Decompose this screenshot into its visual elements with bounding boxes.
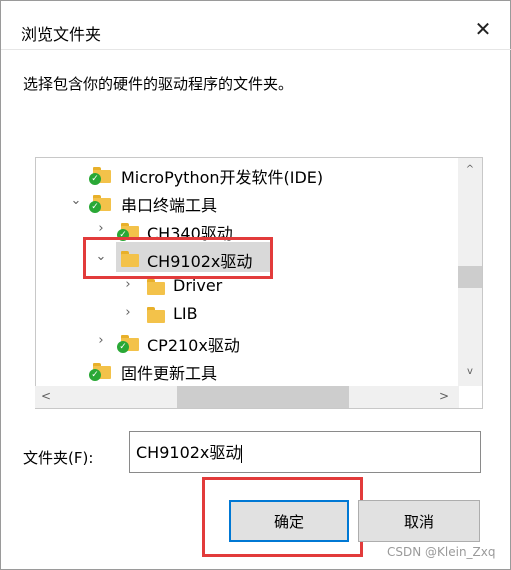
scroll-down-icon[interactable]: v	[458, 366, 482, 377]
horizontal-scroll-thumb[interactable]	[177, 386, 349, 408]
folder-field-label: 文件夹(F):	[23, 449, 94, 467]
tree-item-label: LIB	[173, 304, 198, 323]
chevron-right-icon[interactable]: ›	[93, 333, 109, 348]
watermark: CSDN @Klein_Zxq	[387, 545, 496, 559]
vertical-scrollbar[interactable]: ^ v	[458, 158, 482, 386]
folder-check-icon: ✓	[117, 335, 139, 353]
horizontal-scrollbar[interactable]: < >	[35, 386, 459, 408]
chevron-right-icon[interactable]: ›	[120, 305, 136, 320]
tree-item-label: 串口终端工具	[121, 196, 218, 215]
vertical-scroll-thumb[interactable]	[458, 266, 482, 288]
tree-item-label: 固件更新工具	[121, 364, 218, 383]
instruction-text: 选择包含你的硬件的驱动程序的文件夹。	[23, 75, 294, 93]
folder-check-icon: ✓	[89, 363, 111, 381]
chevron-down-icon[interactable]: ⌄	[68, 193, 84, 208]
title-separator	[1, 49, 511, 50]
scroll-up-icon[interactable]: ^	[458, 164, 482, 175]
scroll-right-icon[interactable]: >	[439, 389, 449, 403]
cancel-button[interactable]: 取消	[358, 500, 480, 542]
dialog-title: 浏览文件夹	[21, 25, 102, 44]
folder-check-icon: ✓	[89, 167, 111, 185]
chevron-right-icon[interactable]: ›	[120, 277, 136, 292]
scroll-left-icon[interactable]: <	[41, 389, 51, 403]
tree-item-label: CP210x驱动	[147, 336, 240, 355]
annotation-box-selected-folder	[83, 237, 273, 279]
tree-item-label: MicroPython开发软件(IDE)	[121, 168, 324, 187]
folder-check-icon: ✓	[89, 195, 111, 213]
close-icon[interactable]: ✕	[469, 15, 497, 43]
folder-field[interactable]: CH9102x驱动	[129, 431, 481, 473]
chevron-right-icon[interactable]: ›	[93, 221, 109, 236]
ok-button[interactable]: 确定	[229, 500, 349, 542]
browse-folder-dialog: 浏览文件夹 ✕ 选择包含你的硬件的驱动程序的文件夹。 ✓ MicroPython…	[0, 0, 511, 570]
folder-icon	[147, 307, 165, 323]
folder-icon	[147, 279, 165, 295]
text-caret	[241, 444, 243, 463]
folder-field-value: CH9102x驱动	[136, 443, 242, 462]
